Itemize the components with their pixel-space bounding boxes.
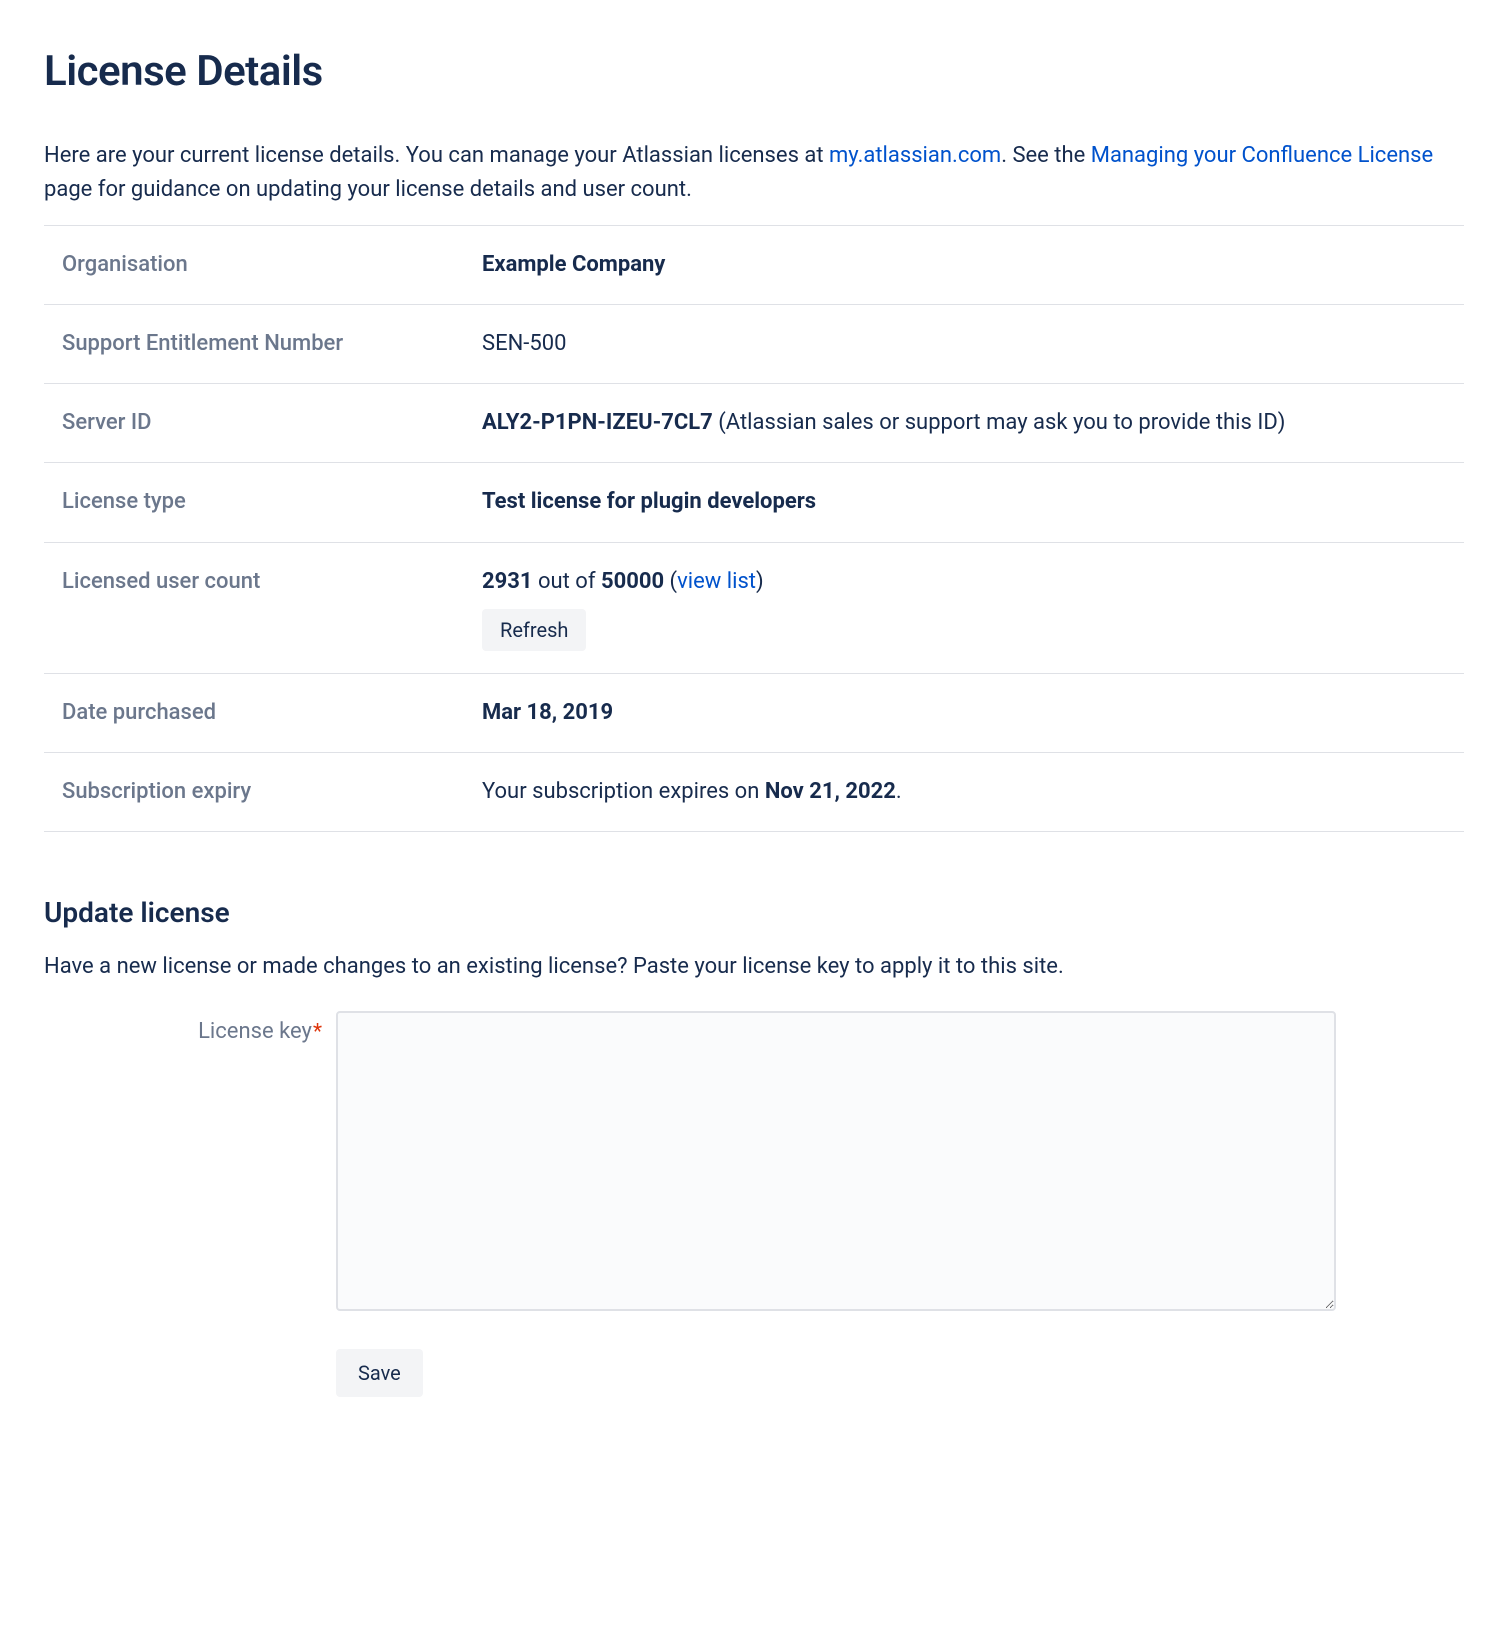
sen-value: SEN-500 (464, 305, 1464, 384)
sen-label: Support Entitlement Number (44, 305, 464, 384)
user-count-value: 2931 out of 50000 (view list) Refresh (464, 542, 1464, 673)
license-type-label: License type (44, 463, 464, 542)
expiry-date: Nov 21, 2022 (765, 779, 896, 804)
license-key-label: License key (198, 1019, 312, 1044)
view-list-link[interactable]: view list (677, 569, 756, 594)
user-count-label: Licensed user count (44, 542, 464, 673)
row-sen: Support Entitlement Number SEN-500 (44, 305, 1464, 384)
date-purchased-label: Date purchased (44, 673, 464, 752)
user-count-max: 50000 (601, 569, 664, 594)
row-user-count: Licensed user count 2931 out of 50000 (v… (44, 542, 1464, 673)
license-key-input[interactable] (336, 1011, 1336, 1311)
save-button[interactable]: Save (336, 1349, 423, 1397)
update-license-title: Update license (44, 892, 1464, 934)
license-key-row: License key* (44, 1011, 1464, 1322)
intro-text-mid: . See the (1001, 143, 1091, 168)
save-row: Save (336, 1349, 1464, 1397)
expiry-value: Your subscription expires on Nov 21, 202… (464, 752, 1464, 831)
server-id-label: Server ID (44, 384, 464, 463)
row-license-type: License type Test license for plugin dev… (44, 463, 1464, 542)
license-type-value: Test license for plugin developers (464, 463, 1464, 542)
managing-license-link[interactable]: Managing your Confluence License (1091, 143, 1433, 168)
row-server-id: Server ID ALY2-P1PN-IZEU-7CL7 (Atlassian… (44, 384, 1464, 463)
user-count-current: 2931 (482, 569, 533, 594)
date-purchased-value: Mar 18, 2019 (464, 673, 1464, 752)
row-date-purchased: Date purchased Mar 18, 2019 (44, 673, 1464, 752)
intro-text-prefix: Here are your current license details. Y… (44, 143, 829, 168)
org-label: Organisation (44, 226, 464, 305)
server-id-value: ALY2-P1PN-IZEU-7CL7 (Atlassian sales or … (464, 384, 1464, 463)
page-title: License Details (44, 40, 1464, 103)
refresh-button[interactable]: Refresh (482, 609, 586, 651)
license-details-table: Organisation Example Company Support Ent… (44, 225, 1464, 832)
row-subscription-expiry: Subscription expiry Your subscription ex… (44, 752, 1464, 831)
my-atlassian-link[interactable]: my.atlassian.com (829, 143, 1001, 168)
intro-paragraph: Here are your current license details. Y… (44, 139, 1464, 207)
license-details-page: License Details Here are your current li… (44, 40, 1464, 1397)
required-indicator: * (313, 1020, 322, 1044)
update-license-desc: Have a new license or made changes to an… (44, 950, 1464, 983)
org-value: Example Company (464, 226, 1464, 305)
row-organisation: Organisation Example Company (44, 226, 1464, 305)
expiry-label: Subscription expiry (44, 752, 464, 831)
intro-text-suffix: page for guidance on updating your licen… (44, 177, 692, 202)
